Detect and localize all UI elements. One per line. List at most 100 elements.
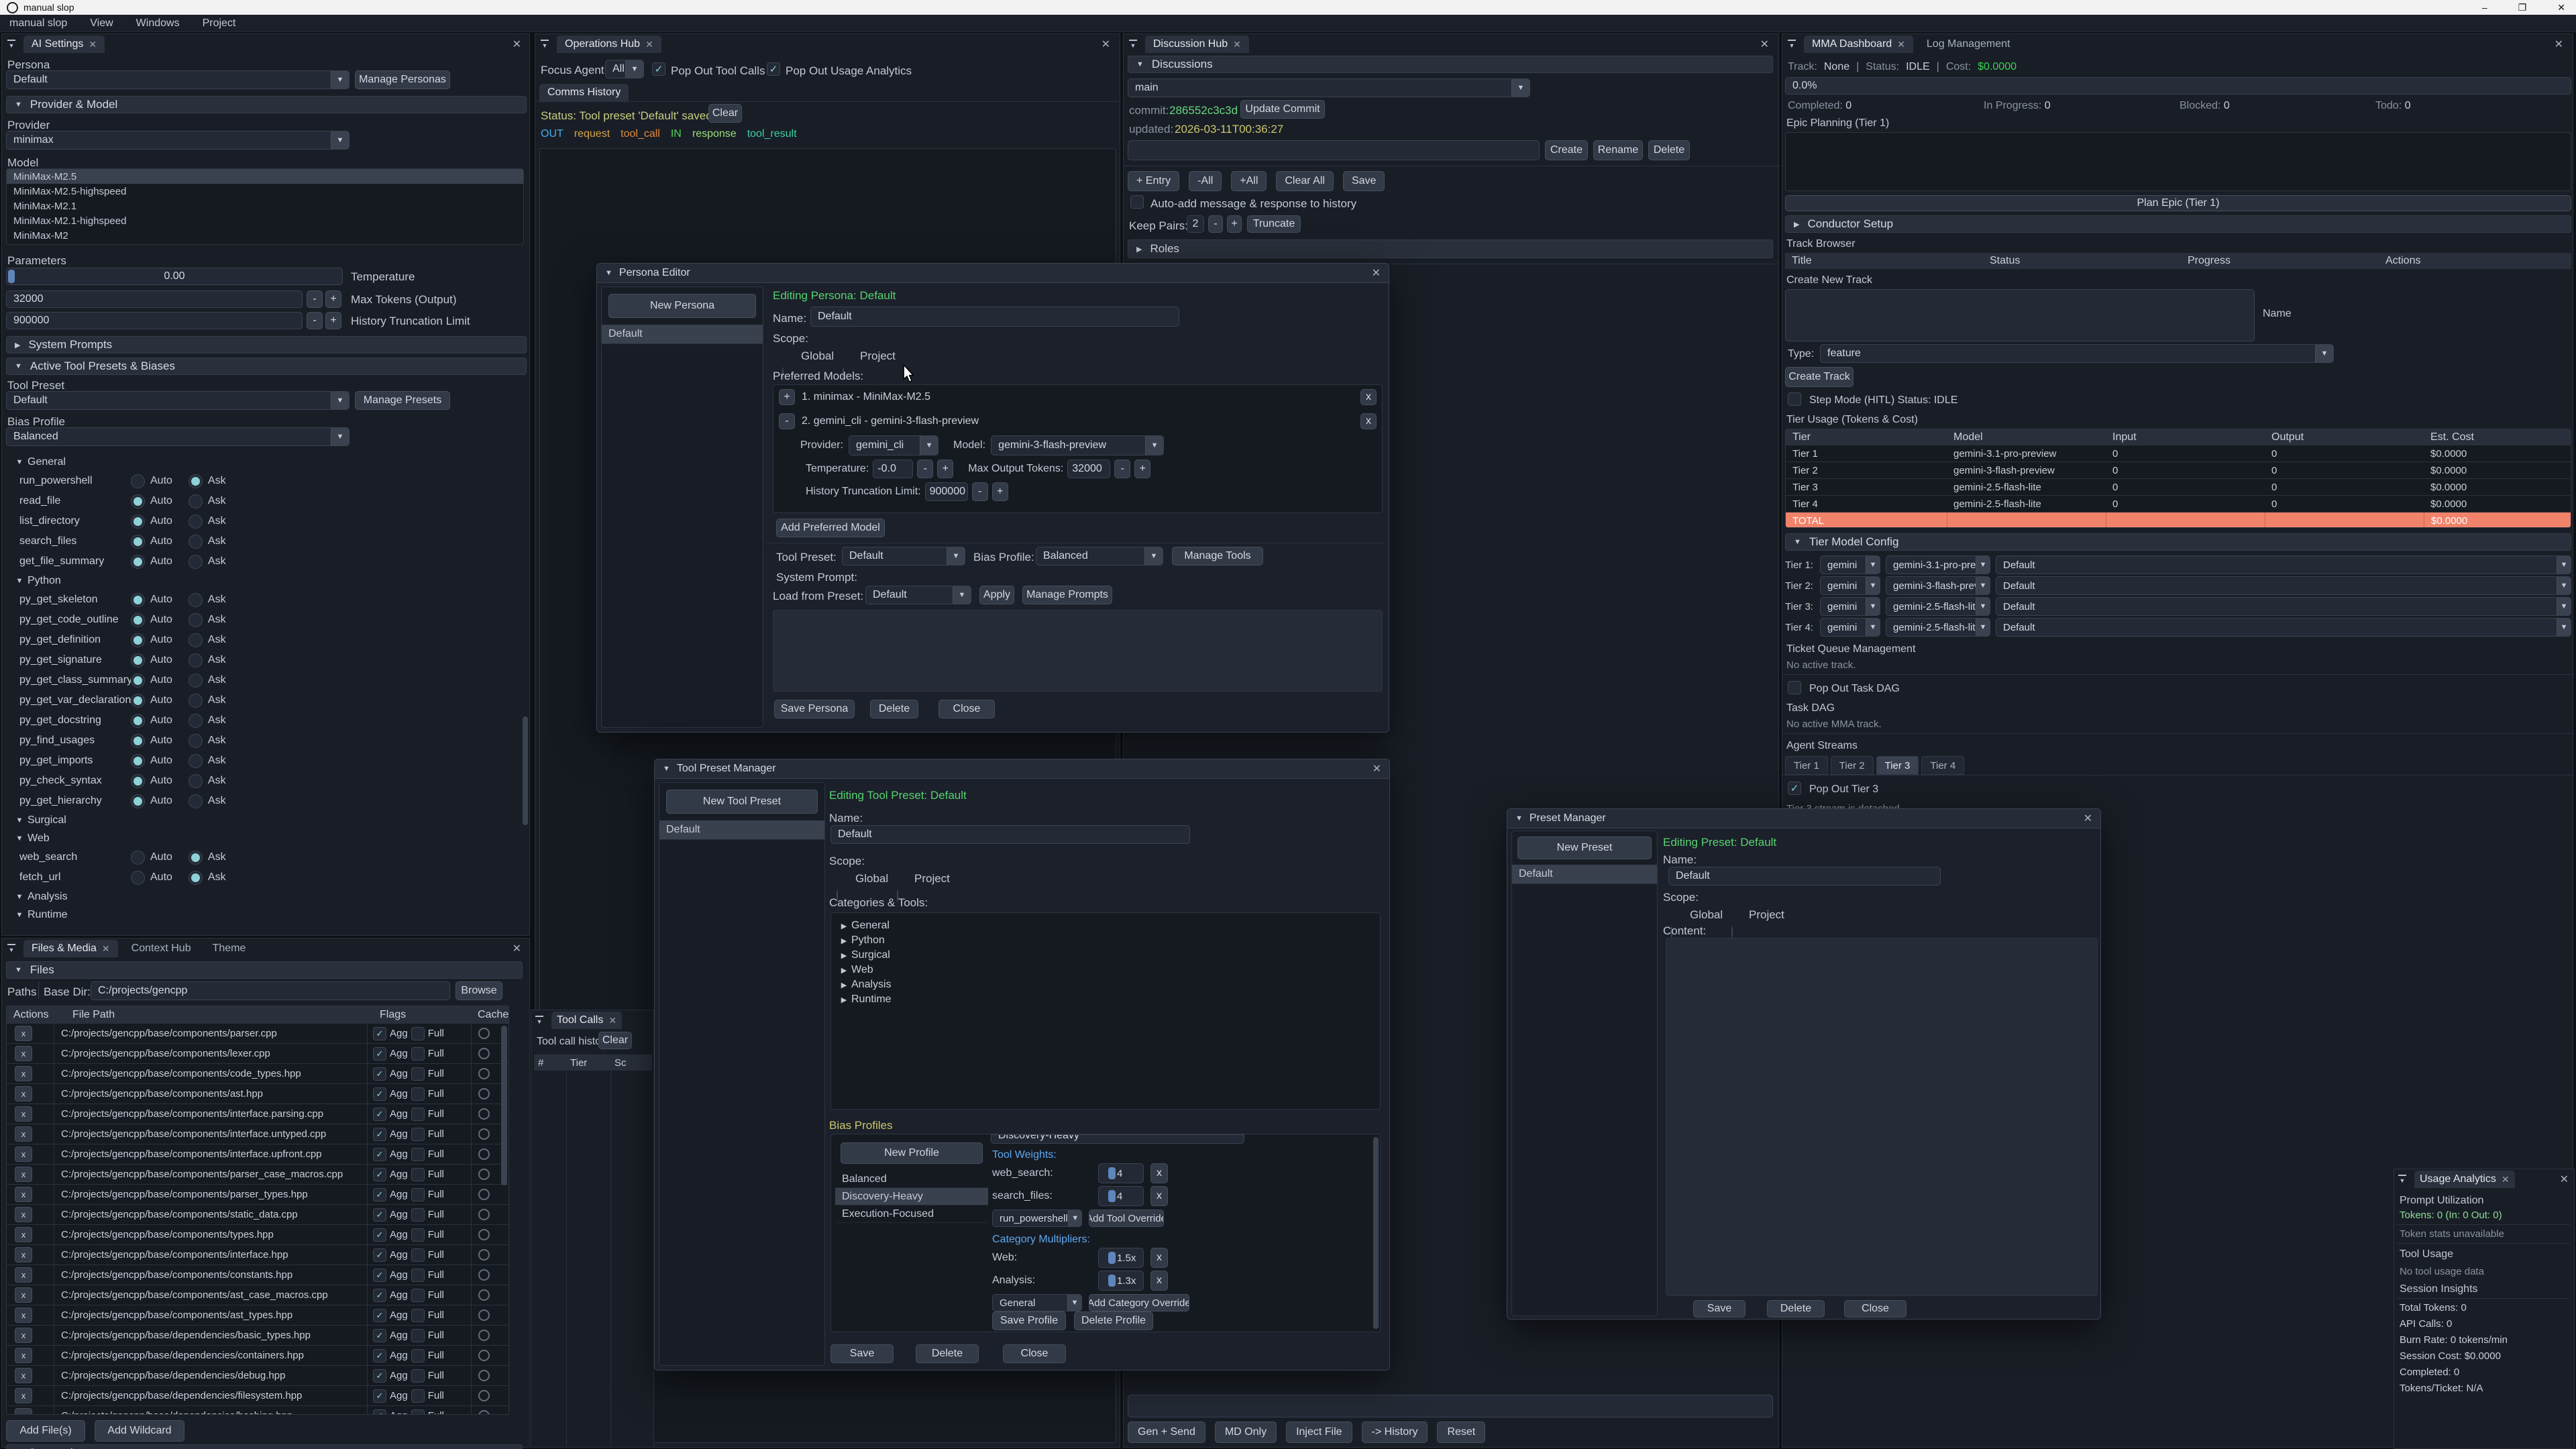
menu-item[interactable]: Windows — [136, 17, 180, 30]
slider-handle[interactable] — [8, 270, 15, 283]
keep-pairs-minus-button[interactable]: - — [1208, 215, 1223, 233]
category-expand-icon[interactable]: ▼ — [11, 911, 28, 919]
entry-button[interactable]: Clear All — [1276, 171, 1334, 191]
auto-radio[interactable] — [131, 871, 145, 885]
agg-checkbox[interactable]: ✓ — [373, 1108, 386, 1121]
remove-file-button[interactable]: x — [15, 1307, 32, 1323]
tier-provider-select[interactable]: gemini▼ — [1820, 576, 1880, 595]
full-checkbox[interactable]: ✓ — [411, 1067, 425, 1081]
history-limit-input[interactable]: 900000 — [6, 312, 303, 329]
add-preferred-model-button[interactable]: Add Preferred Model — [776, 519, 885, 537]
panel-close-icon[interactable]: ✕ — [1102, 38, 1117, 51]
scrollbar-thumb[interactable] — [523, 716, 528, 825]
category-item[interactable]: ▶ Runtime — [831, 992, 1380, 1007]
close-persona-button[interactable]: Close — [938, 700, 995, 718]
composer-button[interactable]: MD Only — [1215, 1421, 1277, 1443]
remove-multiplier-button[interactable]: x — [1150, 1271, 1168, 1291]
tool-tree-row[interactable]: ▼ py_check_syntax Auto Ask — [11, 771, 524, 791]
dock-menu-icon[interactable] — [2396, 1175, 2409, 1184]
tool-tree-row[interactable]: ▼ Analysis Auto Ask — [11, 888, 524, 906]
tier-preset-select[interactable]: Default▼ — [1996, 576, 2571, 595]
dock-menu-icon[interactable] — [538, 40, 551, 49]
screenshots-header[interactable]: ▶Screenshots — [6, 1444, 523, 1449]
delete-discussion-button[interactable]: Delete — [1648, 140, 1690, 160]
tier-model-select[interactable]: gemini-2.5-flash-lite▼ — [1886, 597, 1990, 616]
bias-profile-item[interactable]: Execution-Focused — [835, 1205, 988, 1223]
provider-model-header[interactable]: ▼Provider & Model — [6, 96, 527, 113]
agg-checkbox[interactable]: ✓ — [373, 1027, 386, 1040]
tier-preset-select[interactable]: Default▼ — [1996, 618, 2571, 637]
full-checkbox[interactable]: ✓ — [411, 1248, 425, 1262]
entry-button[interactable]: -All — [1189, 171, 1222, 191]
category-expand-icon[interactable]: ▼ — [11, 835, 28, 843]
category-item[interactable]: ▶ Python — [831, 933, 1380, 948]
model-list-item[interactable]: MiniMax-M2.1-highspeed — [7, 213, 523, 228]
persona-editor-titlebar[interactable]: ▼ Persona Editor ✕ — [597, 264, 1389, 283]
ask-radio[interactable] — [189, 674, 203, 688]
close-window-icon[interactable]: ✕ — [2557, 2, 2565, 13]
pe-tool-preset-select[interactable]: Default▼ — [842, 547, 965, 566]
tool-override-select[interactable]: run_powershell▼ — [992, 1210, 1082, 1227]
pe-provider-select[interactable]: gemini_cli▼ — [849, 435, 938, 455]
ask-radio[interactable] — [189, 633, 203, 647]
auto-radio[interactable] — [131, 851, 145, 865]
entry-button[interactable]: +All — [1231, 171, 1267, 191]
pe-hist-input[interactable]: 900000 — [925, 482, 968, 501]
manage-tools-button[interactable]: Manage Tools — [1172, 547, 1263, 566]
close-preset-button[interactable]: Close — [1844, 1300, 1907, 1318]
collapse-icon[interactable]: ▼ — [1515, 814, 1523, 822]
agg-checkbox[interactable]: ✓ — [373, 1289, 386, 1302]
message-composer-input[interactable] — [1128, 1395, 1773, 1417]
agg-checkbox[interactable]: ✓ — [373, 1188, 386, 1201]
agg-checkbox[interactable]: ✓ — [373, 1067, 386, 1081]
pe-temp-input[interactable]: -0.0 — [873, 460, 913, 478]
model-list-item[interactable]: MiniMax-M2.5-highspeed — [7, 184, 523, 199]
tier-preset-select[interactable]: Default▼ — [1996, 555, 2571, 574]
epic-planning-textarea[interactable] — [1785, 132, 2571, 191]
roles-header[interactable]: ▶Roles — [1128, 239, 1773, 258]
new-profile-button[interactable]: New Profile — [841, 1142, 983, 1164]
auto-radio[interactable] — [131, 674, 145, 688]
model-list-item[interactable]: MiniMax-M2.1 — [7, 199, 523, 213]
preset-list-item[interactable]: Default — [1512, 865, 1657, 884]
category-item[interactable]: ▶ Analysis — [831, 977, 1380, 992]
panel-close-icon[interactable]: ✕ — [1760, 38, 1776, 51]
auto-radio[interactable] — [131, 613, 145, 627]
entry-button[interactable]: Save — [1343, 171, 1385, 191]
ask-radio[interactable] — [189, 794, 203, 808]
full-checkbox[interactable]: ✓ — [411, 1208, 425, 1222]
pm-project-radio[interactable] — [1731, 926, 1733, 938]
full-checkbox[interactable]: ✓ — [411, 1148, 425, 1161]
tool-tree-row[interactable]: ▼ py_get_code_outline Auto Ask — [11, 610, 524, 630]
model-list-item[interactable]: MiniMax-M2 — [7, 228, 523, 243]
weight-slider[interactable]: 4 — [1098, 1186, 1144, 1206]
tab-close-icon[interactable]: ✕ — [645, 39, 653, 50]
remove-file-button[interactable]: x — [15, 1207, 32, 1222]
tab-context-hub[interactable]: Context Hub — [123, 940, 199, 957]
remove-file-button[interactable]: x — [15, 1106, 32, 1122]
tab-discussion-hub[interactable]: Discussion Hub✕ — [1145, 36, 1249, 53]
remove-weight-button[interactable]: x — [1150, 1163, 1168, 1183]
remove-file-button[interactable]: x — [15, 1287, 32, 1303]
add-files-button[interactable]: Add File(s) — [6, 1420, 85, 1442]
preset-manager-titlebar[interactable]: ▼ Preset Manager ✕ — [1507, 809, 2100, 828]
auto-radio[interactable] — [131, 714, 145, 728]
keep-pairs-value[interactable]: 2 — [1187, 215, 1204, 233]
tab-close-icon[interactable]: ✕ — [1233, 39, 1241, 50]
ask-radio[interactable] — [189, 694, 203, 708]
ask-radio[interactable] — [189, 734, 203, 748]
remove-file-button[interactable]: x — [15, 1046, 32, 1061]
remove-file-button[interactable]: x — [15, 1247, 32, 1263]
pe-bias-select[interactable]: Balanced▼ — [1036, 547, 1163, 566]
slider-handle[interactable] — [1108, 1275, 1116, 1287]
agg-checkbox[interactable]: ✓ — [373, 1208, 386, 1222]
dock-menu-icon[interactable] — [533, 1016, 546, 1025]
tool-tree-row[interactable]: ▼ py_get_definition Auto Ask — [11, 630, 524, 650]
tool-tree-row[interactable]: ▼ py_get_var_declaration Auto Ask — [11, 690, 524, 710]
ask-radio[interactable] — [189, 613, 203, 627]
tab-theme[interactable]: Theme — [205, 940, 254, 957]
hist-plus-button[interactable]: + — [992, 482, 1008, 501]
remove-file-button[interactable]: x — [15, 1348, 32, 1363]
remove-file-button[interactable]: x — [15, 1328, 32, 1343]
agg-checkbox[interactable]: ✓ — [373, 1087, 386, 1101]
